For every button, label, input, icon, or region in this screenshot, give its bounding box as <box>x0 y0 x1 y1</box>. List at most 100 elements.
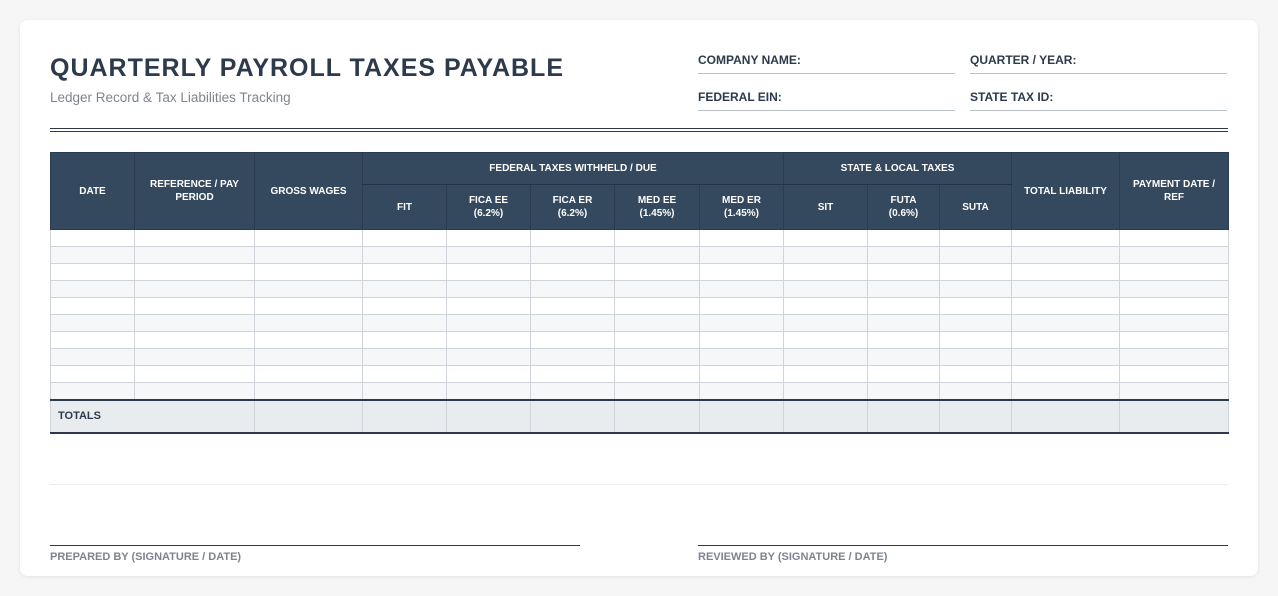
table-cell[interactable] <box>1119 280 1230 298</box>
table-cell[interactable] <box>362 382 447 400</box>
totals-cell[interactable] <box>783 398 869 434</box>
table-cell[interactable] <box>867 280 941 298</box>
table-cell[interactable] <box>614 365 700 383</box>
table-cell[interactable] <box>867 263 941 281</box>
table-cell[interactable] <box>867 348 941 366</box>
table-cell[interactable] <box>783 348 869 366</box>
table-cell[interactable] <box>783 280 869 298</box>
table-cell[interactable] <box>134 314 255 332</box>
table-cell[interactable] <box>939 365 1013 383</box>
table-cell[interactable] <box>867 365 941 383</box>
table-cell[interactable] <box>698 246 785 264</box>
table-cell[interactable] <box>134 263 255 281</box>
table-cell[interactable] <box>867 229 941 247</box>
table-cell[interactable] <box>939 297 1013 315</box>
table-cell[interactable] <box>1119 246 1230 264</box>
table-cell[interactable] <box>362 348 447 366</box>
table-cell[interactable] <box>783 246 869 264</box>
table-cell[interactable] <box>446 280 531 298</box>
table-cell[interactable] <box>939 280 1013 298</box>
table-cell[interactable] <box>362 263 447 281</box>
table-cell[interactable] <box>698 297 785 315</box>
table-cell[interactable] <box>1011 348 1121 366</box>
table-cell[interactable] <box>50 331 135 349</box>
table-cell[interactable] <box>530 382 615 400</box>
table-cell[interactable] <box>50 263 135 281</box>
table-cell[interactable] <box>614 331 700 349</box>
table-cell[interactable] <box>1119 382 1230 400</box>
totals-cell[interactable] <box>614 398 700 434</box>
totals-cell[interactable] <box>1119 398 1230 434</box>
table-cell[interactable] <box>530 348 615 366</box>
table-cell[interactable] <box>530 331 615 349</box>
table-cell[interactable] <box>362 314 447 332</box>
table-cell[interactable] <box>254 365 363 383</box>
table-cell[interactable] <box>50 348 135 366</box>
totals-cell[interactable] <box>254 398 363 434</box>
federal-ein-field[interactable]: FEDERAL EIN: <box>698 89 955 111</box>
table-cell[interactable] <box>254 263 363 281</box>
table-cell[interactable] <box>698 280 785 298</box>
table-cell[interactable] <box>134 365 255 383</box>
table-cell[interactable] <box>698 365 785 383</box>
table-cell[interactable] <box>867 382 941 400</box>
table-cell[interactable] <box>614 297 700 315</box>
table-cell[interactable] <box>614 263 700 281</box>
table-cell[interactable] <box>867 297 941 315</box>
table-cell[interactable] <box>783 331 869 349</box>
table-cell[interactable] <box>362 331 447 349</box>
table-cell[interactable] <box>698 263 785 281</box>
table-cell[interactable] <box>867 246 941 264</box>
table-cell[interactable] <box>134 382 255 400</box>
table-cell[interactable] <box>446 331 531 349</box>
table-cell[interactable] <box>134 246 255 264</box>
table-cell[interactable] <box>530 263 615 281</box>
table-cell[interactable] <box>698 229 785 247</box>
table-cell[interactable] <box>530 246 615 264</box>
table-cell[interactable] <box>783 297 869 315</box>
table-cell[interactable] <box>446 263 531 281</box>
table-cell[interactable] <box>783 229 869 247</box>
table-cell[interactable] <box>783 382 869 400</box>
table-cell[interactable] <box>530 229 615 247</box>
table-cell[interactable] <box>254 348 363 366</box>
table-cell[interactable] <box>446 348 531 366</box>
table-cell[interactable] <box>1011 280 1121 298</box>
table-cell[interactable] <box>362 297 447 315</box>
table-cell[interactable] <box>50 314 135 332</box>
table-cell[interactable] <box>614 382 700 400</box>
table-cell[interactable] <box>254 382 363 400</box>
table-cell[interactable] <box>254 229 363 247</box>
table-cell[interactable] <box>867 314 941 332</box>
table-cell[interactable] <box>134 280 255 298</box>
table-cell[interactable] <box>134 229 255 247</box>
table-cell[interactable] <box>134 297 255 315</box>
quarter-year-field[interactable]: QUARTER / YEAR: <box>970 52 1227 74</box>
table-cell[interactable] <box>446 246 531 264</box>
table-cell[interactable] <box>939 314 1013 332</box>
table-cell[interactable] <box>614 246 700 264</box>
totals-cell[interactable] <box>939 398 1013 434</box>
table-cell[interactable] <box>254 314 363 332</box>
table-cell[interactable] <box>530 280 615 298</box>
table-cell[interactable] <box>446 365 531 383</box>
table-cell[interactable] <box>939 382 1013 400</box>
table-cell[interactable] <box>1011 263 1121 281</box>
table-cell[interactable] <box>50 297 135 315</box>
table-cell[interactable] <box>254 331 363 349</box>
table-cell[interactable] <box>698 314 785 332</box>
table-cell[interactable] <box>254 280 363 298</box>
table-cell[interactable] <box>50 246 135 264</box>
table-cell[interactable] <box>939 229 1013 247</box>
table-cell[interactable] <box>134 331 255 349</box>
table-cell[interactable] <box>614 229 700 247</box>
table-cell[interactable] <box>446 229 531 247</box>
table-cell[interactable] <box>1119 348 1230 366</box>
company-name-field[interactable]: COMPANY NAME: <box>698 52 955 74</box>
table-cell[interactable] <box>614 348 700 366</box>
table-cell[interactable] <box>939 263 1013 281</box>
table-cell[interactable] <box>446 314 531 332</box>
table-cell[interactable] <box>783 314 869 332</box>
table-cell[interactable] <box>1119 331 1230 349</box>
table-cell[interactable] <box>867 331 941 349</box>
